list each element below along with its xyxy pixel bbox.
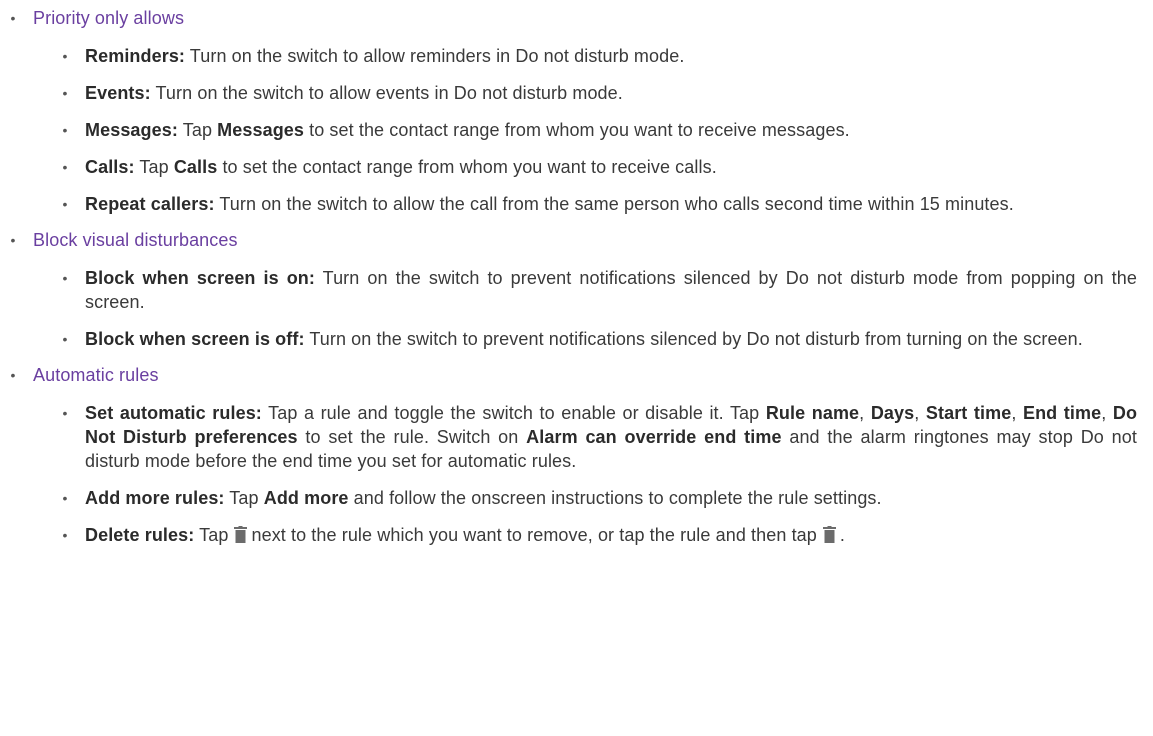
item-text: Turn on the switch to prevent notificati…	[304, 329, 1083, 349]
item-text: Turn on the switch to allow events in Do…	[150, 83, 623, 103]
item-bold: Messages	[217, 120, 305, 140]
item-bold: Add more	[263, 488, 349, 508]
item-text: Tap a rule and toggle the switch to enab…	[261, 403, 766, 423]
item-text: ,	[1101, 403, 1113, 423]
section-heading: Block visual disturbances	[33, 230, 238, 250]
bullet: •	[10, 367, 16, 383]
item-bold: Rule name	[765, 403, 860, 423]
item-label: Delete rules:	[85, 525, 195, 545]
section-automatic-rules: • Automatic rules • Set automatic rules:…	[0, 363, 1153, 547]
section-heading: Priority only allows	[33, 8, 185, 28]
list-item-block-screen-off: • Block when screen is off: Turn on the …	[0, 327, 1153, 351]
item-text: and follow the onscreen instructions to …	[348, 488, 882, 508]
item-label: Calls:	[85, 157, 135, 177]
section-title: • Block visual disturbances	[0, 228, 1153, 252]
item-text: Tap	[224, 488, 264, 508]
item-text: Turn on the switch to allow the call fro…	[214, 194, 1014, 214]
item-text: ,	[859, 403, 871, 423]
item-bold: End time	[1022, 403, 1102, 423]
bullet: •	[62, 159, 68, 175]
item-text: next to the rule which you want to remov…	[251, 525, 817, 545]
item-label: Reminders:	[85, 46, 186, 66]
list-item-reminders: • Reminders: Turn on the switch to allow…	[0, 44, 1153, 68]
item-label: Messages:	[85, 120, 178, 140]
item-text: ,	[1011, 403, 1023, 423]
item-text: to set the rule. Switch on	[297, 427, 527, 447]
document-body: • Priority only allows • Reminders: Turn…	[0, 0, 1153, 545]
bullet: •	[62, 527, 68, 543]
trash-icon	[822, 526, 836, 543]
bullet: •	[62, 331, 68, 347]
item-label: Block when screen is off:	[85, 329, 305, 349]
item-text: Turn on the switch to allow reminders in…	[185, 46, 685, 66]
bullet: •	[62, 405, 68, 421]
item-bold: Calls	[173, 157, 218, 177]
item-label: Set automatic rules:	[85, 403, 262, 423]
item-label: Repeat callers:	[85, 194, 215, 214]
list-item-calls: • Calls: Tap Calls to set the contact ra…	[0, 155, 1153, 179]
item-bold: Start time	[925, 403, 1012, 423]
bullet: •	[62, 490, 68, 506]
item-text: .	[839, 525, 846, 545]
list-item-delete-rules: • Delete rules: Tap next to the rule whic…	[0, 523, 1153, 547]
list-item-repeat-callers: • Repeat callers: Turn on the switch to …	[0, 192, 1153, 216]
section-priority-only: • Priority only allows • Reminders: Turn…	[0, 6, 1153, 216]
item-label: Events:	[85, 83, 151, 103]
item-bold: Alarm can override end time	[526, 427, 782, 447]
bullet: •	[62, 85, 68, 101]
item-text: Tap	[134, 157, 174, 177]
trash-icon	[234, 526, 248, 543]
bullet: •	[10, 10, 16, 26]
item-text: ,	[914, 403, 926, 423]
section-title: • Automatic rules	[0, 363, 1153, 387]
item-text: Tap	[177, 120, 218, 140]
list-item-add-more-rules: • Add more rules: Tap Add more and follo…	[0, 486, 1153, 510]
bullet: •	[62, 122, 68, 138]
item-text: Tap	[194, 525, 229, 545]
list-item-events: • Events: Turn on the switch to allow ev…	[0, 81, 1153, 105]
list-item-messages: • Messages: Tap Messages to set the cont…	[0, 118, 1153, 142]
item-label: Block when screen is on:	[85, 268, 315, 288]
bullet: •	[62, 48, 68, 64]
section-heading: Automatic rules	[33, 365, 159, 385]
bullet: •	[62, 270, 68, 286]
bullet: •	[10, 232, 16, 248]
item-label: Add more rules:	[85, 488, 225, 508]
item-text: to set the contact range from whom you w…	[217, 157, 717, 177]
section-block-visual: • Block visual disturbances • Block when…	[0, 228, 1153, 351]
item-bold: Days	[870, 403, 915, 423]
list-item-set-automatic-rules: • Set automatic rules: Tap a rule and to…	[0, 401, 1153, 473]
bullet: •	[62, 196, 68, 212]
item-text: to set the contact range from whom you w…	[304, 120, 850, 140]
list-item-block-screen-on: • Block when screen is on: Turn on the s…	[0, 266, 1153, 314]
section-title: • Priority only allows	[0, 6, 1153, 30]
